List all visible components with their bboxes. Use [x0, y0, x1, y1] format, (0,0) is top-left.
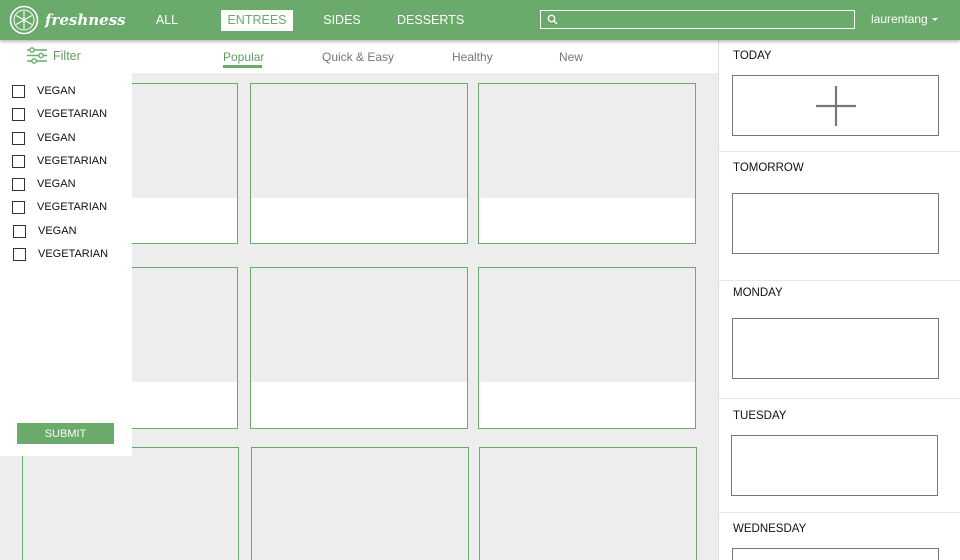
checkbox[interactable]: [12, 84, 25, 98]
recipe-card[interactable]: [478, 267, 696, 429]
lime-logo-icon: [9, 5, 39, 35]
recipe-card[interactable]: [251, 447, 469, 560]
filter-option-vegan[interactable]: VEGAN: [12, 176, 76, 192]
tab-healthy[interactable]: Healthy: [452, 50, 493, 64]
nav-desserts[interactable]: DESSERTS: [397, 10, 464, 31]
recipe-image: [251, 268, 467, 382]
filter-option-label: VEGETARIAN: [38, 248, 109, 260]
recipe-card[interactable]: [250, 83, 468, 244]
filter-toggle[interactable]: Filter: [26, 47, 81, 64]
day-label-monday: MONDAY: [733, 287, 783, 299]
filter-option-vegan[interactable]: VEGAN: [12, 83, 76, 99]
filter-option-label: VEGETARIAN: [37, 155, 108, 167]
recipe-image: [479, 268, 695, 382]
divider: [719, 151, 960, 152]
filter-option-label: VEGAN: [37, 85, 76, 97]
day-slot-tuesday[interactable]: [731, 435, 938, 496]
recipe-card[interactable]: [479, 447, 697, 560]
username: laurentang: [871, 12, 928, 26]
checkbox[interactable]: [13, 224, 26, 238]
divider: [719, 512, 960, 513]
plus-icon[interactable]: [816, 86, 856, 126]
tab-quick-easy[interactable]: Quick & Easy: [322, 50, 394, 64]
checkbox[interactable]: [12, 107, 25, 121]
checkbox[interactable]: [12, 154, 25, 168]
nav-sides[interactable]: SIDES: [322, 10, 362, 31]
day-label-tuesday: TUESDAY: [733, 410, 787, 422]
day-label-tomorrow: TOMORROW: [733, 162, 804, 174]
checkbox[interactable]: [13, 247, 26, 261]
filter-label: Filter: [53, 48, 81, 63]
checkbox[interactable]: [12, 200, 25, 214]
search-icon: [547, 14, 558, 25]
tab-popular[interactable]: Popular: [223, 50, 264, 64]
filter-option-vegan[interactable]: VEGAN: [12, 130, 76, 146]
search-input[interactable]: [561, 11, 851, 28]
day-label-today: TODAY: [733, 50, 772, 62]
recipe-image: [480, 448, 696, 560]
divider: [719, 280, 960, 281]
submit-button[interactable]: SUBMIT: [17, 423, 114, 444]
recipe-image: [252, 448, 468, 560]
divider: [719, 398, 960, 399]
filter-panel: Filter VEGAN VEGETARIAN VEGAN VEGETARIAN…: [0, 40, 132, 456]
recipe-card[interactable]: [22, 447, 239, 560]
checkbox[interactable]: [12, 177, 25, 191]
recipe-image: [479, 84, 695, 198]
checkbox[interactable]: [12, 131, 25, 145]
filter-option-vegetarian[interactable]: VEGETARIAN: [12, 199, 107, 215]
filter-option-vegetarian[interactable]: VEGETARIAN: [13, 246, 108, 262]
recipe-image: [251, 84, 467, 198]
day-slot-today[interactable]: [732, 75, 939, 136]
brand-name: freshness: [45, 11, 126, 29]
filter-option-label: VEGAN: [37, 178, 76, 190]
day-slot-wednesday[interactable]: [732, 548, 939, 560]
filter-option-label: VEGETARIAN: [37, 108, 108, 120]
recipe-card[interactable]: [478, 83, 696, 244]
caret-down-icon: [931, 18, 938, 22]
search-bar[interactable]: [540, 10, 855, 29]
meal-plan-panel: TODAY TOMORROW MONDAY TUESDAY WEDNESDAY: [718, 40, 960, 560]
filter-option-label: VEGETARIAN: [37, 201, 108, 213]
recipe-card[interactable]: [250, 267, 468, 429]
logo[interactable]: freshness: [9, 5, 126, 35]
sort-tabs: Popular Quick & Easy Healthy New: [132, 40, 718, 73]
nav-all[interactable]: ALL: [150, 10, 184, 31]
filter-option-vegetarian[interactable]: VEGETARIAN: [12, 153, 107, 169]
day-slot-tomorrow[interactable]: [732, 193, 939, 254]
filter-option-vegetarian[interactable]: VEGETARIAN: [12, 106, 107, 122]
tab-new[interactable]: New: [559, 50, 583, 64]
day-slot-monday[interactable]: [732, 318, 939, 379]
nav-entrees[interactable]: ENTREES: [221, 10, 293, 31]
filter-option-label: VEGAN: [38, 225, 77, 237]
user-menu[interactable]: laurentang: [871, 12, 938, 26]
filter-option-vegan[interactable]: VEGAN: [13, 223, 77, 239]
active-tab-indicator: [223, 65, 262, 68]
sliders-icon: [27, 47, 47, 64]
day-label-wednesday: WEDNESDAY: [733, 523, 807, 535]
top-bar: freshness ALL ENTREES SIDES DESSERTS lau…: [0, 0, 960, 40]
recipe-image: [23, 448, 238, 560]
filter-option-label: VEGAN: [37, 132, 76, 144]
